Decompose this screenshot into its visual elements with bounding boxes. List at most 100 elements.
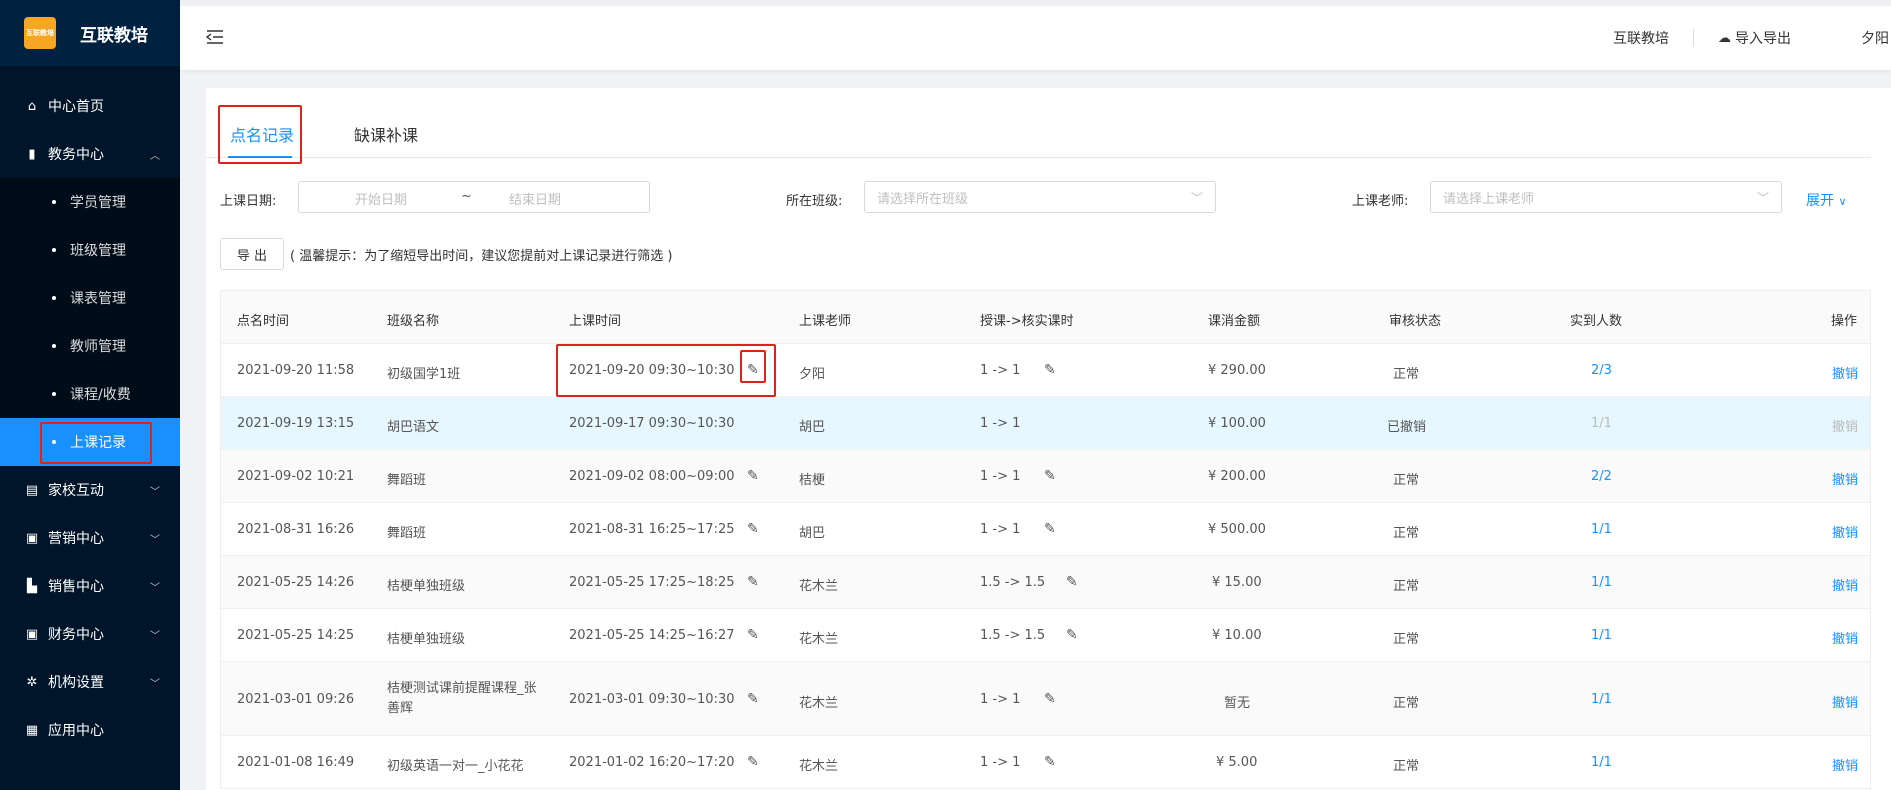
teacher-name: 花木兰 (799, 632, 839, 647)
edit-icon[interactable]: ✎ (747, 574, 759, 590)
org-name[interactable]: 互联教培 (1613, 28, 1669, 48)
active-tab-indicator (228, 156, 292, 158)
sidebar-item-apps[interactable]: ▦ 应用中心 (0, 706, 180, 754)
sidebar-item-sales[interactable]: ▙ 销售中心 ﹀ (0, 562, 180, 610)
class-name: 初级国学1班 (387, 367, 461, 382)
start-date-input[interactable]: 开始日期 (355, 189, 407, 208)
chevron-down-icon: ﹀ (150, 582, 160, 594)
audit-status: 正常 (1393, 696, 1420, 711)
class-select[interactable]: 请选择所在班级 ﹀ (864, 181, 1216, 213)
sidebar-subitem-teachers[interactable]: 教师管理 (0, 322, 180, 370)
attendance-count-link[interactable]: 2/3 (1591, 363, 1612, 378)
sidebar-item-label: 营销中心 (48, 531, 104, 547)
revoke-link[interactable]: 撤销 (1832, 469, 1858, 488)
edit-icon[interactable]: ✎ (747, 627, 759, 643)
sidebar-subitem-label: 课表管理 (70, 291, 126, 307)
date-filter-label: 上课日期: (220, 194, 277, 209)
audit-status: 正常 (1393, 526, 1420, 541)
sidebar-item-settings[interactable]: ✲ 机构设置 ﹀ (0, 658, 180, 706)
edit-icon[interactable]: ✎ (1044, 468, 1056, 484)
sidebar-subitem-label: 学员管理 (70, 195, 126, 211)
teacher-filter-label: 上课老师: (1352, 194, 1409, 209)
sidebar-item-marketing[interactable]: ▣ 营销中心 ﹀ (0, 514, 180, 562)
sidebar-subitem-label: 班级管理 (70, 243, 126, 259)
attendance-count-link[interactable]: 1/1 (1591, 522, 1612, 537)
class-name: 初级英语一对一_小花花 (387, 759, 524, 774)
sidebar-subitem-class-records[interactable]: 上课记录 (0, 418, 180, 466)
user-name[interactable]: 夕阳 (1861, 28, 1889, 48)
attendance-count-link[interactable]: 1/1 (1591, 628, 1612, 643)
revoke-link[interactable]: 撤销 (1832, 575, 1858, 594)
edit-icon[interactable]: ✎ (747, 468, 759, 484)
logo-area[interactable]: 互联教培 互联教培 (0, 0, 180, 66)
sidebar-item-label: 销售中心 (48, 579, 104, 595)
menu-collapse-icon[interactable] (204, 26, 226, 48)
revoke-link[interactable]: 撤销 (1832, 363, 1858, 382)
fee-amount: 暂无 (1224, 696, 1251, 711)
table-row: 2021-01-08 16:49 初级英语一对一_小花花 2021-01-02 … (221, 736, 1870, 789)
revoke-link[interactable]: 撤销 (1832, 522, 1858, 541)
column-header: 审核状态 (1389, 314, 1442, 329)
edit-icon[interactable]: ✎ (1044, 691, 1056, 707)
class-hours: 1 -> 1 (980, 755, 1021, 770)
edit-icon[interactable]: ✎ (747, 521, 759, 537)
edit-icon[interactable]: ✎ (1044, 521, 1056, 537)
chevron-down-icon: ﹀ (1756, 191, 1769, 205)
divider (1693, 29, 1694, 47)
import-export-link[interactable]: ☁ 导入导出 (1718, 28, 1791, 48)
column-header: 实到人数 (1570, 314, 1623, 329)
app-name: 互联教培 (80, 25, 148, 46)
filter-bar: 上课日期: 开始日期 ~ 结束日期 所在班级: 请选择所在班级 ﹀ 上课老师: … (220, 181, 1880, 215)
edit-icon[interactable]: ✎ (1044, 754, 1056, 770)
date-range-picker[interactable]: 开始日期 ~ 结束日期 (298, 181, 650, 213)
chart-icon: ▙ (27, 578, 37, 594)
sidebar-subitem-classes[interactable]: 班级管理 (0, 226, 180, 274)
attendance-count-link[interactable]: 1/1 (1591, 755, 1612, 770)
edit-icon[interactable]: ✎ (747, 691, 759, 707)
sidebar-item-home-school[interactable]: ▤ 家校互动 ﹀ (0, 466, 180, 514)
edit-icon[interactable]: ✎ (1066, 627, 1078, 643)
class-select-placeholder: 请选择所在班级 (877, 191, 969, 207)
class-hours: 1 -> 1 (980, 416, 1021, 431)
revoke-link[interactable]: 撤销 (1832, 628, 1858, 647)
fee-amount: ¥ 290.00 (1208, 363, 1266, 378)
sidebar-subitem-courses[interactable]: 课程/收费 (0, 370, 180, 418)
date-range-separator: ~ (461, 189, 472, 204)
tab-absence-makeup[interactable]: 缺课补课 (354, 122, 418, 146)
sidebar-item-academic[interactable]: ▮ 教务中心 ︿ (0, 130, 180, 178)
bullet-icon (52, 440, 56, 444)
edit-icon[interactable]: ✎ (1066, 574, 1078, 590)
revoke-link[interactable]: 撤销 (1832, 692, 1858, 711)
table-row: 2021-05-25 14:26 桔梗单独班级 2021-05-25 17:25… (221, 556, 1870, 609)
edit-icon[interactable]: ✎ (1044, 362, 1056, 378)
export-tip: ( 温馨提示：为了缩短导出时间，建议您提前对上课记录进行筛选 ) (290, 248, 673, 264)
class-time: 2021-09-02 08:00~09:00 (569, 469, 735, 484)
class-name: 桔梗单独班级 (387, 579, 466, 594)
attendance-count-link[interactable]: 1/1 (1591, 692, 1612, 707)
sidebar: 互联教培 互联教培 ⌂ 中心首页 ▮ 教务中心 ︿ 学员管理 班级管理 课表管理… (0, 0, 180, 790)
end-date-input[interactable]: 结束日期 (509, 189, 561, 208)
expand-filters-link[interactable]: 展开 ∨ (1806, 190, 1847, 210)
bullet-icon (52, 248, 56, 252)
class-time: 2021-08-31 16:25~17:25 (569, 522, 735, 537)
class-time: 2021-05-25 17:25~18:25 (569, 575, 735, 590)
gear-icon: ✲ (26, 674, 38, 690)
export-button[interactable]: 导 出 (220, 238, 284, 270)
edit-icon[interactable]: ✎ (747, 362, 759, 378)
revoke-link[interactable]: 撤销 (1832, 755, 1858, 774)
home-icon: ⌂ (27, 98, 37, 114)
sidebar-item-finance[interactable]: ▣ 财务中心 ﹀ (0, 610, 180, 658)
class-time: 2021-09-20 09:30~10:30 (569, 363, 735, 378)
sidebar-subitem-students[interactable]: 学员管理 (0, 178, 180, 226)
table-row: 2021-09-02 10:21 舞蹈班 2021-09-02 08:00~09… (221, 450, 1870, 503)
sidebar-item-home[interactable]: ⌂ 中心首页 (0, 82, 180, 130)
chevron-down-icon: ∨ (1838, 195, 1847, 208)
tab-roll-call-records[interactable]: 点名记录 (230, 122, 294, 146)
academic-submenu: 学员管理 班级管理 课表管理 教师管理 课程/收费 上课记录 (0, 178, 180, 466)
edit-icon[interactable]: ✎ (747, 754, 759, 770)
attendance-count-link[interactable]: 1/1 (1591, 575, 1612, 590)
sidebar-subitem-schedule[interactable]: 课表管理 (0, 274, 180, 322)
attendance-count-link[interactable]: 2/2 (1591, 469, 1612, 484)
grid-icon: ▦ (25, 722, 39, 738)
teacher-select[interactable]: 请选择上课老师 ﹀ (1430, 181, 1782, 213)
